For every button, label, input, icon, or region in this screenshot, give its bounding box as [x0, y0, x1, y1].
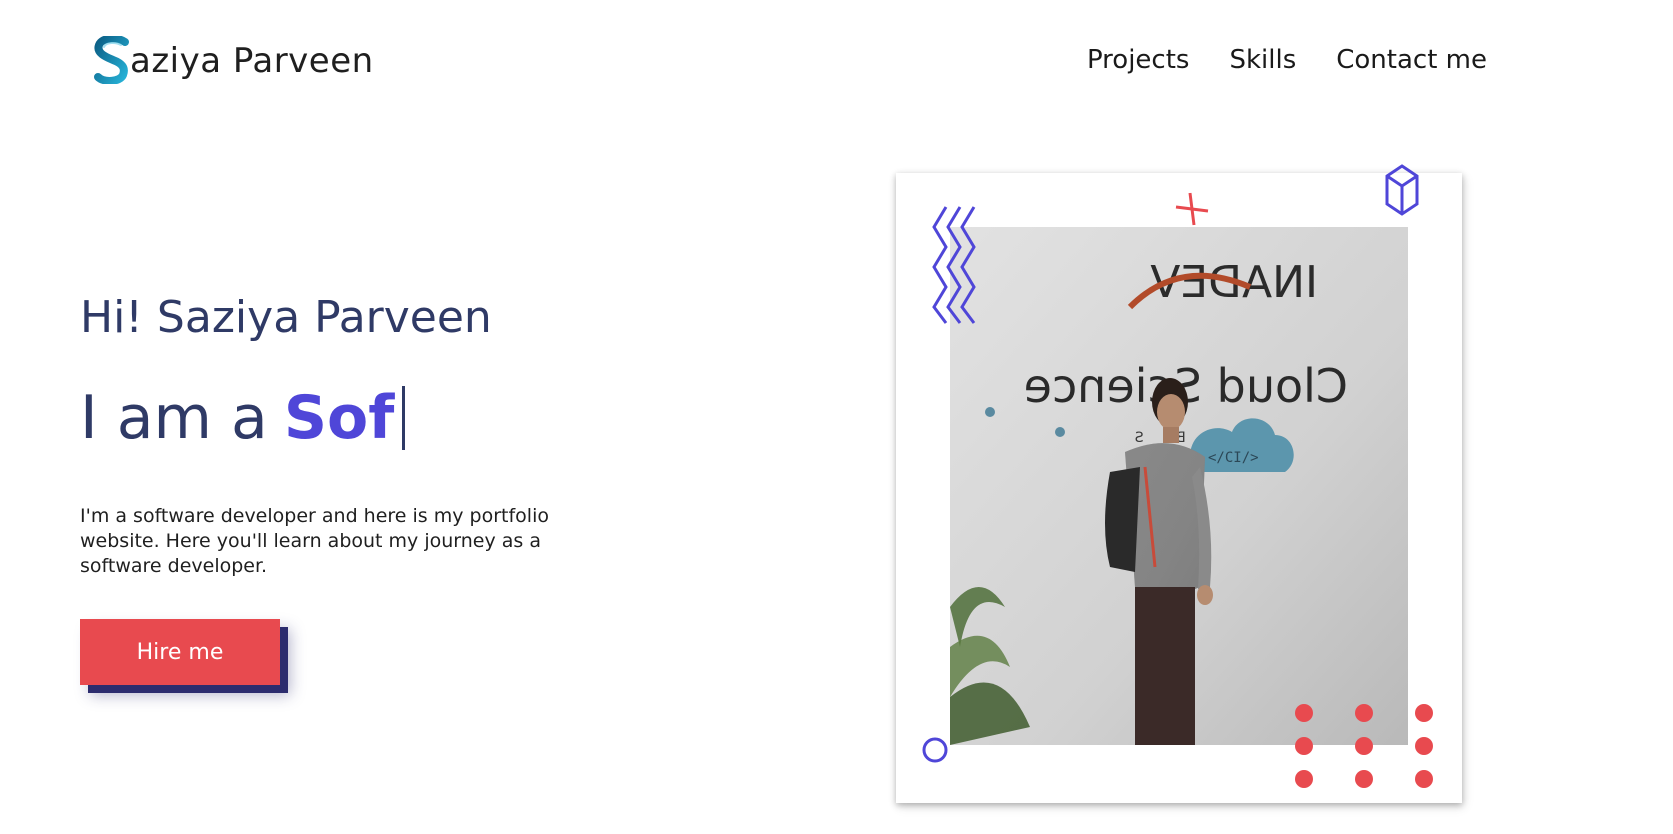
- site-logo[interactable]: aziya Parveen: [92, 36, 374, 84]
- role-prefix: I am a: [80, 383, 268, 453]
- zigzag-decoration-icon: [932, 206, 976, 324]
- site-header: aziya Parveen Projects Skills Contact me: [0, 0, 1673, 120]
- hire-me-button[interactable]: Hire me: [80, 619, 280, 685]
- cube-decoration-icon: [1385, 164, 1419, 216]
- dot-grid-decoration-icon: [1295, 704, 1433, 788]
- hero-role-line: I am a Sof: [80, 382, 406, 454]
- typing-caret: [402, 386, 406, 450]
- plus-decoration-icon: [1175, 192, 1209, 226]
- nav-link-skills[interactable]: Skills: [1229, 42, 1296, 78]
- s-ribbon-logo-icon: [94, 36, 129, 84]
- main-nav: Projects Skills Contact me: [1087, 42, 1487, 78]
- profile-photo-card: INADEV Cloud Science L A B S </CI/>: [896, 164, 1462, 803]
- cloud-code-text: </CI/>: [1208, 450, 1259, 466]
- ring-decoration-icon: [922, 737, 948, 763]
- role-typed-text: Sof: [283, 383, 395, 453]
- portfolio-page: aziya Parveen Projects Skills Contact me…: [0, 0, 1673, 834]
- hero-greeting: Hi! Saziya Parveen: [80, 292, 492, 343]
- logo-text: aziya Parveen: [130, 41, 374, 81]
- nav-link-projects[interactable]: Projects: [1087, 42, 1190, 78]
- profile-photo: INADEV Cloud Science L A B S </CI/>: [950, 227, 1408, 745]
- hero-description: I'm a software developer and here is my …: [80, 505, 549, 577]
- nav-link-contact[interactable]: Contact me: [1336, 42, 1487, 78]
- profile-photo-image: INADEV Cloud Science L A B S </CI/>: [950, 227, 1408, 745]
